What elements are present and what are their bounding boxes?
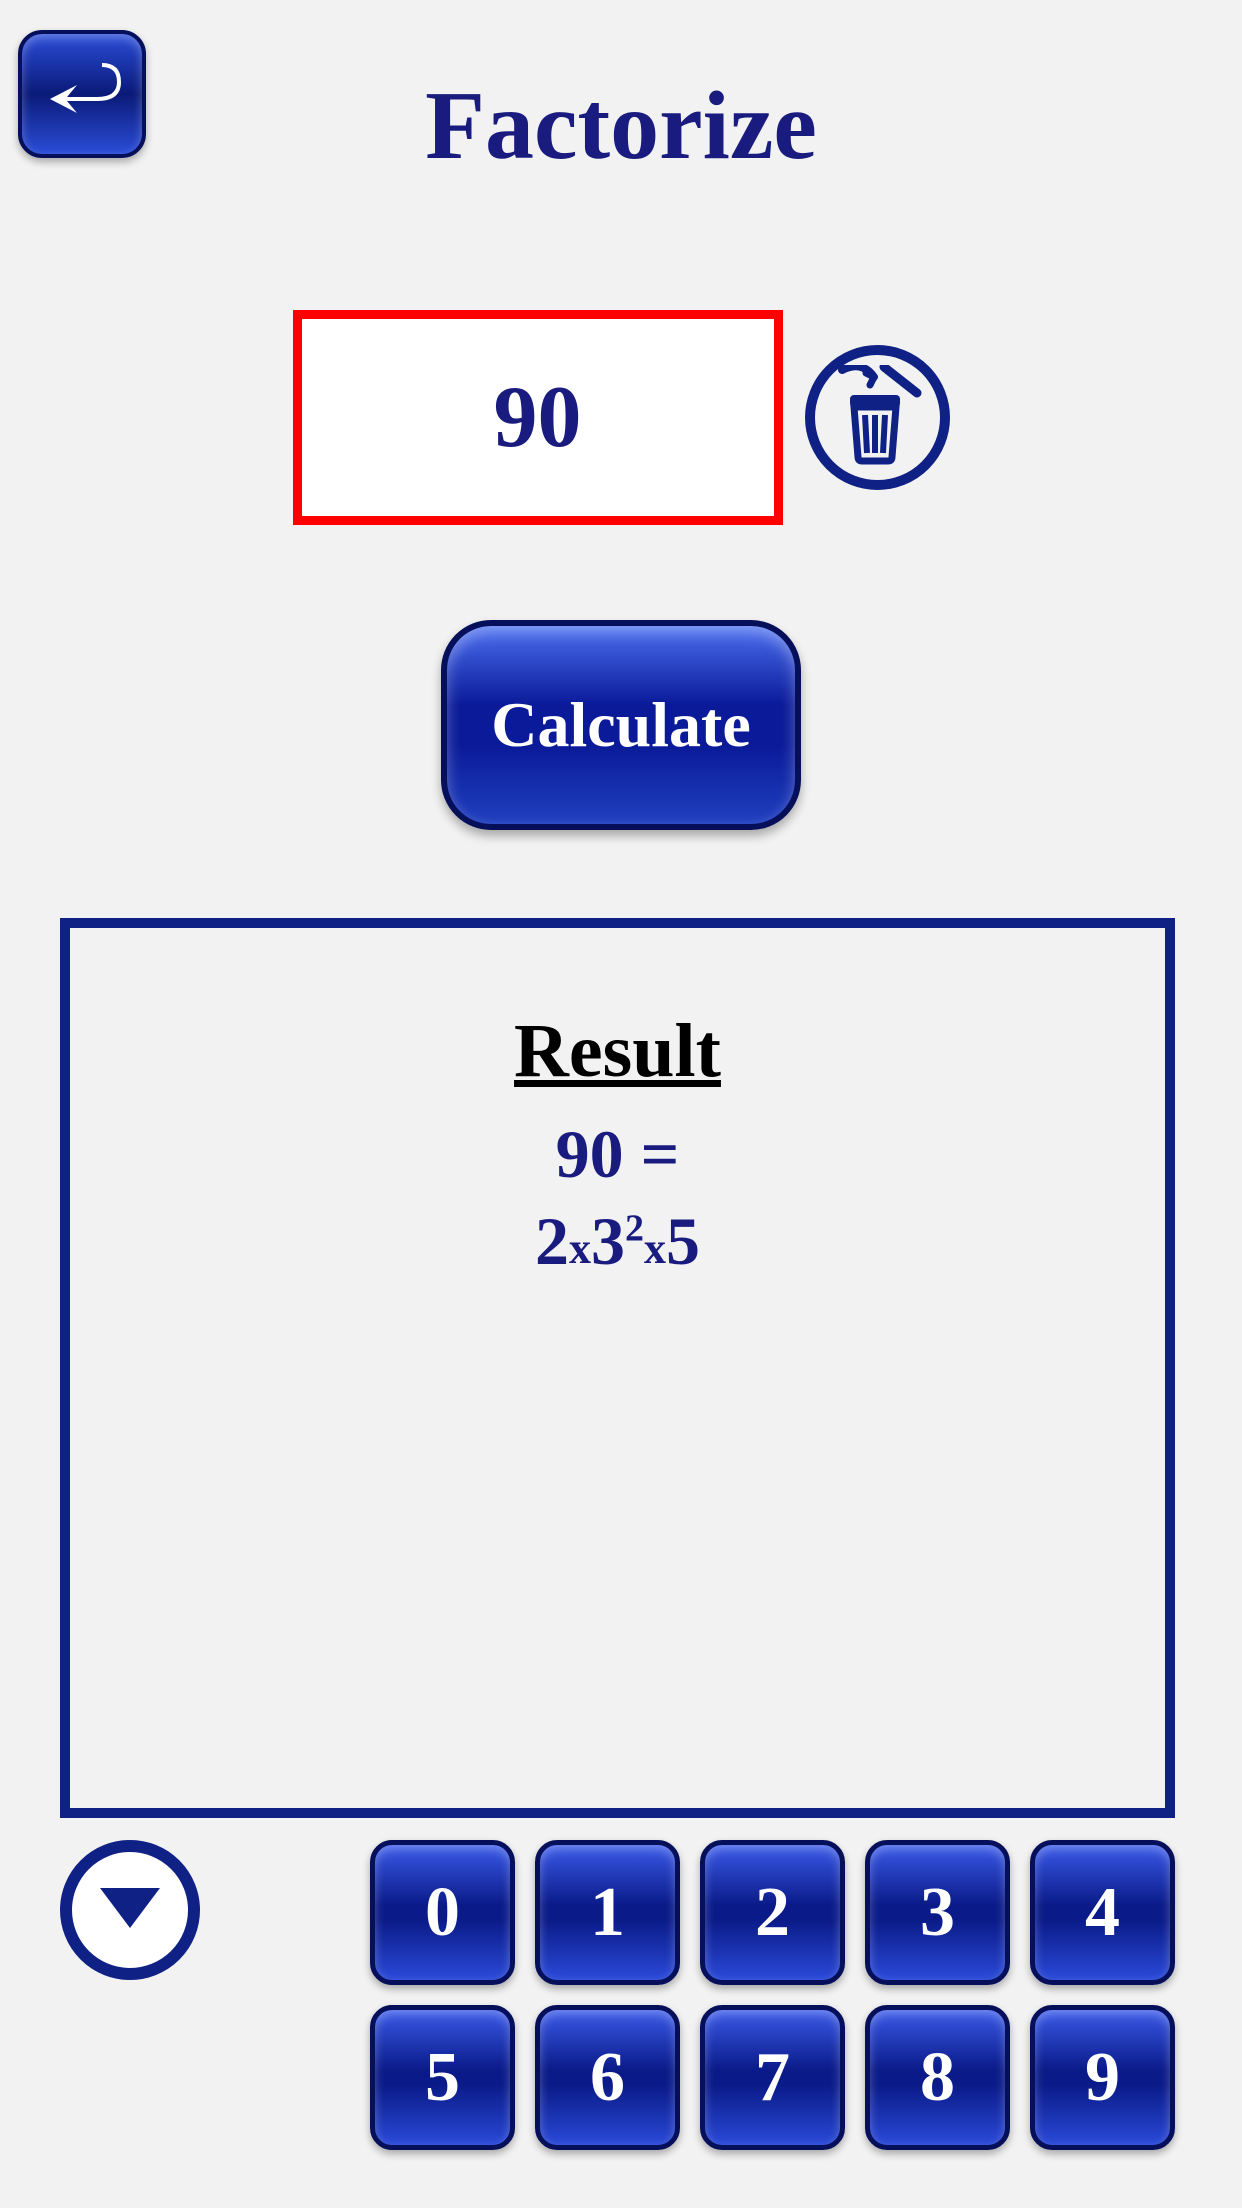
collapse-keypad-button[interactable] [60,1840,200,1980]
keypad-row-2: 5 6 7 8 9 [60,2005,1175,2150]
result-heading: Result [70,1008,1165,1095]
result-equation: 90 = [70,1115,1165,1194]
key-9[interactable]: 9 [1030,2005,1175,2150]
result-factors: 2x32x5 [70,1202,1165,1281]
key-6[interactable]: 6 [535,2005,680,2150]
calculate-button[interactable]: Calculate [441,620,801,830]
key-2[interactable]: 2 [700,1840,845,1985]
key-0[interactable]: 0 [370,1840,515,1985]
key-1[interactable]: 1 [535,1840,680,1985]
number-input[interactable]: 90 [293,310,783,525]
result-panel: Result 90 = 2x32x5 [60,918,1175,1818]
key-7[interactable]: 7 [700,2005,845,2150]
chevron-down-icon [95,1878,165,1943]
keypad: 0 1 2 3 4 5 6 7 8 9 [60,1840,1175,2170]
key-4[interactable]: 4 [1030,1840,1175,1985]
clear-button[interactable] [805,345,950,490]
key-8[interactable]: 8 [865,2005,1010,2150]
keypad-row-1: 0 1 2 3 4 [60,1840,1175,1985]
key-5[interactable]: 5 [370,2005,515,2150]
key-3[interactable]: 3 [865,1840,1010,1985]
trash-icon [832,365,922,470]
page-title: Factorize [0,70,1242,182]
input-row: 90 [0,310,1242,525]
